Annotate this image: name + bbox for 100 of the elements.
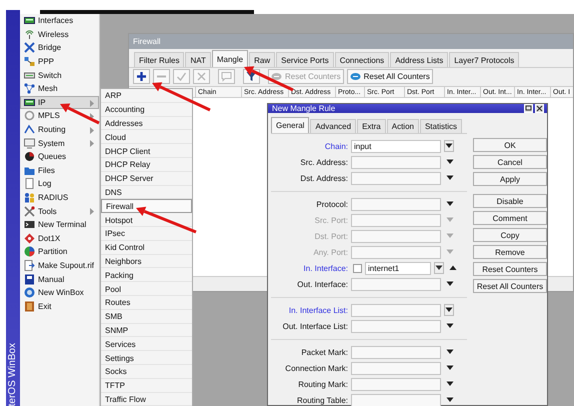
close-button[interactable]	[535, 104, 544, 113]
dialog-button[interactable]: OK	[473, 138, 547, 152]
menu-item[interactable]: PPP	[20, 54, 99, 68]
dropdown-button[interactable]	[444, 304, 454, 316]
menu-item[interactable]: RADIUS	[20, 190, 99, 204]
book-icon	[24, 274, 35, 285]
submenu-item[interactable]: Services	[101, 337, 192, 352]
menu-item[interactable]: Dot1X	[20, 232, 99, 246]
input-field[interactable]	[351, 198, 441, 210]
dialog-button[interactable]: Cancel	[473, 155, 547, 169]
add-button[interactable]	[133, 69, 150, 84]
submenu-item[interactable]: DHCP Server	[101, 172, 192, 186]
menu-item[interactable]: Wireless	[20, 28, 99, 42]
submenu-item[interactable]: Routes	[101, 296, 192, 310]
submenu-item[interactable]: TFTP	[101, 378, 192, 393]
tab[interactable]: Action	[386, 119, 419, 133]
app-caption: terOS WinBox	[6, 342, 19, 406]
submenu-item[interactable]: Cloud	[101, 130, 192, 144]
switch-icon	[24, 70, 35, 81]
tab[interactable]: Statistics	[420, 119, 462, 133]
submenu-item[interactable]: Kid Control	[101, 240, 192, 255]
submenu-item[interactable]: Addresses	[101, 116, 192, 130]
submenu-item[interactable]: SMB	[101, 310, 192, 324]
submenu-item[interactable]: IPsec	[101, 226, 192, 241]
menu-item[interactable]: Mesh	[20, 82, 99, 96]
dropdown-button[interactable]	[444, 140, 454, 152]
dialog-button[interactable]: Disable	[473, 194, 547, 208]
menu-item[interactable]: Manual	[20, 272, 99, 286]
tab[interactable]: General	[271, 117, 310, 133]
submenu-item[interactable]: ARP	[101, 89, 192, 103]
menu-item[interactable]: Files	[20, 164, 99, 178]
tab[interactable]: Service Ports	[276, 52, 334, 67]
window-title: Firewall	[133, 37, 161, 46]
menu-item[interactable]: Tools	[20, 204, 99, 218]
antenna-icon	[24, 28, 35, 40]
network-card-icon	[24, 96, 35, 108]
speech-bubble-icon	[221, 71, 232, 82]
field-label: Connection Mark:	[284, 364, 349, 372]
menu-item[interactable]: Queues	[20, 150, 99, 164]
submenu-item[interactable]: Accounting	[101, 102, 192, 117]
tab[interactable]: Extra	[357, 119, 386, 133]
dialog-button[interactable]: Comment	[473, 211, 547, 225]
tab[interactable]: Connections	[334, 52, 390, 67]
submenu-item[interactable]: Pool	[101, 282, 192, 296]
input-field[interactable]	[351, 378, 441, 390]
menu-item[interactable]: Make Supout.rif	[20, 258, 99, 272]
menu-item[interactable]: Partition	[20, 245, 99, 259]
submenu-item[interactable]: Settings	[101, 351, 192, 365]
queue-icon	[24, 151, 35, 162]
reset-counters-button[interactable]: Reset All Counters	[346, 69, 433, 84]
menu-item[interactable]: Exit	[20, 299, 99, 314]
tab[interactable]: NAT	[185, 52, 211, 67]
input-field[interactable]	[351, 172, 441, 184]
input-field[interactable]	[351, 246, 441, 258]
tab[interactable]: Layer7 Protocols	[449, 52, 520, 67]
submenu-item[interactable]: Firewall	[101, 199, 192, 214]
input-field[interactable]	[351, 320, 441, 332]
menu-item[interactable]: New Terminal	[20, 218, 99, 232]
menu-item[interactable]: IP	[20, 96, 99, 110]
dialog-button[interactable]: Remove	[473, 245, 547, 259]
input-field[interactable]	[351, 304, 441, 316]
restore-button[interactable]	[524, 104, 533, 113]
submenu-item[interactable]: DHCP Relay	[101, 158, 192, 172]
dialog-button[interactable]: Apply	[473, 172, 547, 186]
tab[interactable]: Advanced	[310, 119, 356, 133]
input-field[interactable]	[351, 346, 441, 358]
input-field[interactable]	[351, 394, 441, 406]
input-field[interactable]	[351, 156, 441, 168]
dialog-button[interactable]: Reset All Counters	[473, 279, 547, 293]
input-field[interactable]	[351, 230, 441, 242]
input-field[interactable]: input	[351, 140, 441, 152]
menu-item[interactable]: New WinBox	[20, 286, 99, 300]
menu-item[interactable]: Bridge	[20, 41, 99, 55]
input-field[interactable]	[351, 214, 441, 226]
submenu-item[interactable]: Traffic Flow	[101, 392, 192, 406]
network-card-icon	[24, 15, 35, 26]
submenu-item[interactable]: Hotspot	[101, 213, 192, 227]
submenu-item[interactable]: SNMP	[101, 324, 192, 338]
menu-item[interactable]: Switch	[20, 68, 99, 82]
input-field[interactable]	[351, 362, 441, 374]
menu-item[interactable]: Log	[20, 177, 99, 191]
tab[interactable]: Raw	[249, 52, 276, 67]
refresh-icon	[350, 71, 361, 82]
dialog-button[interactable]: Reset Counters	[473, 262, 547, 276]
input-field[interactable]	[351, 278, 441, 290]
submenu-item[interactable]: Socks	[101, 364, 192, 379]
dropdown-button[interactable]	[434, 262, 444, 274]
checkbox[interactable]	[353, 264, 362, 272]
menu-item[interactable]: Routing	[20, 122, 99, 136]
submenu-item[interactable]: Neighbors	[101, 254, 192, 268]
tab[interactable]: Filter Rules	[134, 52, 184, 67]
submenu-item[interactable]: Packing	[101, 268, 192, 282]
input-field[interactable]: internet1	[365, 262, 431, 274]
menu-item[interactable]: MPLS	[20, 109, 99, 123]
dialog-button[interactable]: Copy	[473, 228, 547, 242]
menu-item[interactable]: System	[20, 136, 99, 150]
tab[interactable]: Mangle	[212, 50, 248, 67]
submenu-item[interactable]: DHCP Client	[101, 144, 192, 158]
tab[interactable]: Address Lists	[390, 52, 448, 67]
menu-item[interactable]: Interfaces	[20, 14, 99, 28]
